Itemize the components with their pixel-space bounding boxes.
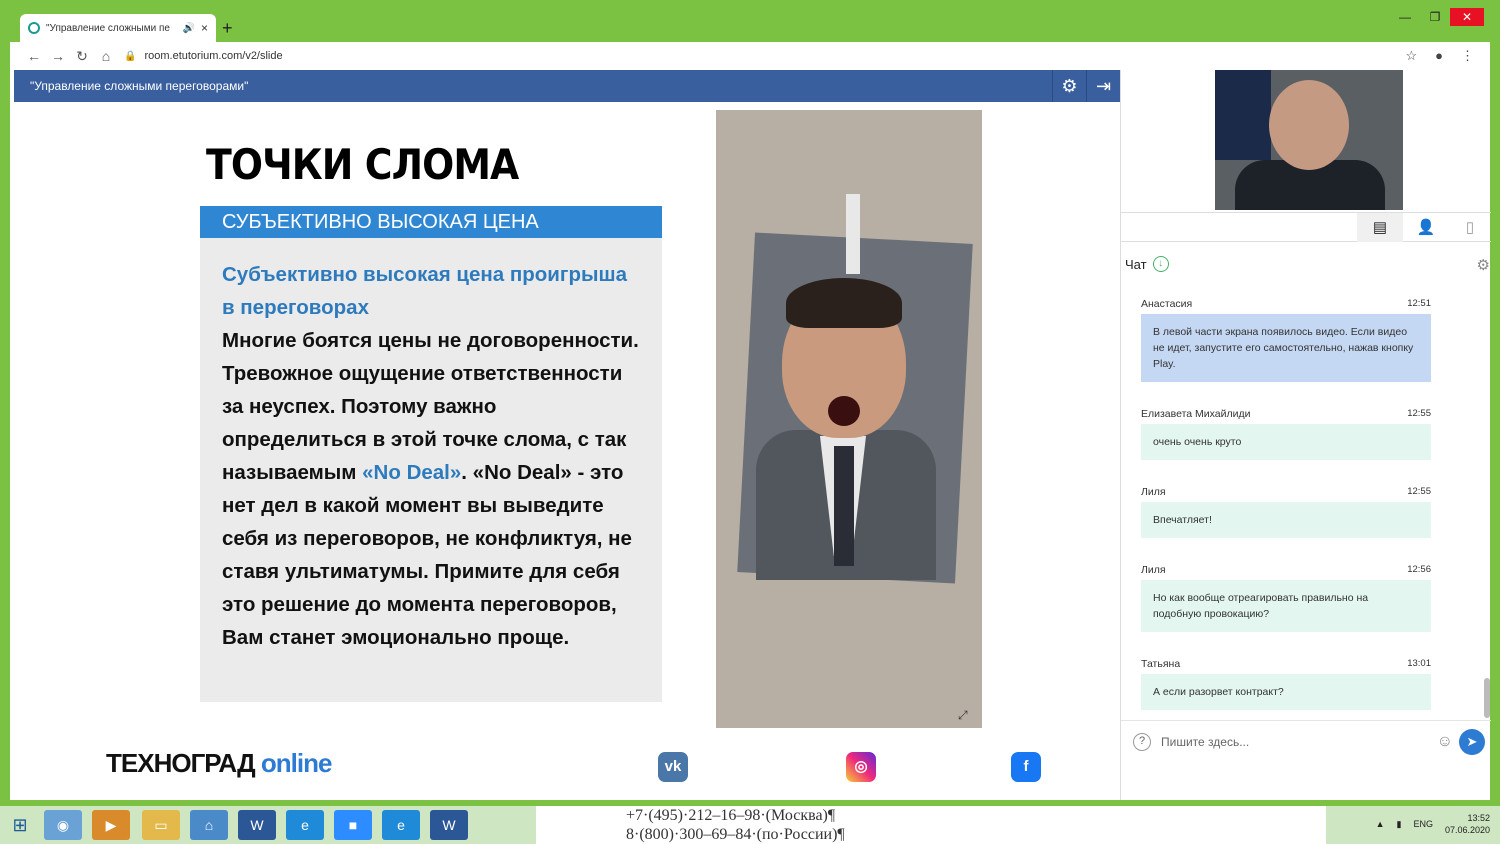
- minimize-button[interactable]: —: [1390, 8, 1420, 26]
- url-text: room.etutorium.com/v2/slide: [144, 50, 283, 62]
- section-bar: СУБЪЕКТИВНО ВЫСОКАЯ ЦЕНА: [200, 206, 662, 238]
- download-icon[interactable]: ↓: [1152, 256, 1169, 272]
- profile-icon[interactable]: ●: [1435, 48, 1443, 64]
- chrome-icon[interactable]: ◉: [44, 810, 82, 840]
- forward-button[interactable]: →: [46, 48, 70, 64]
- word-document-preview: +7·(495)·212–16–98·(Москва)¶ 8·(800)·300…: [536, 806, 1326, 844]
- zoom-icon[interactable]: ■: [334, 810, 372, 840]
- facebook-icon[interactable]: f: [1011, 752, 1041, 782]
- photo-mouth: [828, 396, 860, 426]
- chat-message: Лиля 12:55 Впечатляет!: [1141, 486, 1431, 538]
- chat-label: Чат: [1125, 256, 1147, 272]
- chat-settings-icon[interactable]: ⚙: [1477, 256, 1490, 274]
- url-input[interactable]: 🔒 room.etutorium.com/v2/slide: [124, 45, 1406, 67]
- settings-gear-icon[interactable]: ⚙: [1052, 70, 1086, 102]
- send-button[interactable]: ➤: [1459, 728, 1485, 755]
- app-header: "Управление сложными переговорами" ⚙ ⇥: [14, 70, 1120, 102]
- exit-icon[interactable]: ⇥: [1086, 70, 1120, 102]
- system-tray: ▲ ▮ ENG 13:52 07.06.2020: [1376, 812, 1490, 836]
- files-tab-icon[interactable]: ▯: [1447, 213, 1493, 242]
- right-panel: ▤ 👤 ▯ Чат ↓ ⚙ Анастасия 12:51 В левой час…: [1120, 70, 1491, 800]
- speaker-icon[interactable]: 🔊: [183, 23, 195, 34]
- browser-window: "Управление сложными пе 🔊 × + — ❐ ✕ ← → …: [0, 0, 1500, 806]
- home-button[interactable]: ⌂: [94, 48, 118, 64]
- chat-message: Лиля 12:56 Но как вообще отреагировать пр…: [1141, 564, 1431, 632]
- chat-message: Анастасия 12:51 В левой части экрана появ…: [1141, 298, 1431, 382]
- home-icon[interactable]: ⌂: [190, 810, 228, 840]
- windows-start-icon[interactable]: ⊞: [0, 806, 40, 844]
- panel-tabs: ▤ 👤 ▯: [1121, 212, 1491, 242]
- vk-icon[interactable]: vk: [658, 752, 688, 782]
- explorer-icon[interactable]: ▭: [142, 810, 180, 840]
- word-icon[interactable]: W: [238, 810, 276, 840]
- tab-strip: "Управление сложными пе 🔊 × + — ❐ ✕: [10, 8, 1490, 42]
- address-bar: ← → ↻ ⌂ 🔒 room.etutorium.com/v2/slide ☆ …: [10, 42, 1490, 70]
- chat-input[interactable]: Пишите здесь...: [1161, 735, 1437, 749]
- chat-header: Чат ↓: [1125, 256, 1169, 272]
- bookmark-star-icon[interactable]: ☆: [1405, 48, 1417, 64]
- tab-title: "Управление сложными пе: [46, 22, 170, 34]
- photo-tie: [834, 446, 854, 566]
- browser-tab[interactable]: "Управление сложными пе 🔊 ×: [20, 14, 216, 42]
- chat-input-row: ? Пишите здесь... ☺ ➤: [1121, 720, 1491, 762]
- site-favicon-icon: [28, 22, 40, 34]
- lang-indicator[interactable]: ENG: [1413, 819, 1433, 829]
- chat-message: Елизавета Михайлиди 12:55 очень очень кру…: [1141, 408, 1431, 460]
- windows-taskbar: ⊞ ◉ ▶ ▭ ⌂ W e ■ e W +7·(495)·212–16–98·(…: [0, 806, 1500, 844]
- photo-hair: [786, 278, 902, 328]
- technograd-logo: ТЕХНОГРАД online: [106, 748, 332, 778]
- help-icon[interactable]: ?: [1133, 732, 1151, 751]
- word-icon-2[interactable]: W: [430, 810, 468, 840]
- video-presenter: [1269, 80, 1349, 170]
- slide-photo: [716, 110, 982, 728]
- slide-text-box: Субъективно высокая цена проигрыша в пер…: [200, 238, 662, 702]
- back-button[interactable]: ←: [22, 48, 46, 64]
- ie-icon-2[interactable]: e: [382, 810, 420, 840]
- chat-messages: Анастасия 12:51 В левой части экрана появ…: [1121, 290, 1483, 720]
- users-tab-icon[interactable]: 👤: [1403, 213, 1449, 242]
- no-deal-highlight: «No Deal»: [362, 461, 462, 484]
- presenter-video[interactable]: [1215, 70, 1403, 210]
- instagram-icon[interactable]: ◎: [846, 752, 876, 782]
- media-icon[interactable]: ▶: [92, 810, 130, 840]
- maximize-button[interactable]: ❐: [1420, 8, 1450, 26]
- fullscreen-icon[interactable]: ⤢: [958, 708, 968, 723]
- menu-icon[interactable]: ⋮: [1461, 48, 1474, 64]
- ie-icon[interactable]: e: [286, 810, 324, 840]
- emoji-icon[interactable]: ☺: [1437, 733, 1453, 751]
- video-background: [1215, 70, 1271, 160]
- close-window-button[interactable]: ✕: [1450, 8, 1484, 26]
- presentation-slide: ТОЧКИ СЛОМА СУБЪЕКТИВНО ВЫСОКАЯ ЦЕНА Суб…: [14, 102, 1120, 800]
- clock[interactable]: 13:52 07.06.2020: [1445, 812, 1490, 836]
- photo-clip: [846, 194, 860, 274]
- reload-button[interactable]: ↻: [70, 48, 94, 65]
- chat-tab-icon[interactable]: ▤: [1357, 213, 1403, 242]
- network-icon[interactable]: ▮: [1396, 819, 1401, 830]
- webinar-title: "Управление сложными переговорами": [30, 79, 249, 93]
- new-tab-button[interactable]: +: [222, 18, 233, 39]
- slide-heading: Субъективно высокая цена проигрыша в пер…: [222, 263, 627, 319]
- chat-scrollbar[interactable]: [1484, 678, 1490, 718]
- lock-icon: 🔒: [124, 50, 137, 62]
- slide-title: ТОЧКИ СЛОМА: [206, 140, 519, 189]
- chat-message: Татьяна 13:01 А если разорвет контракт?: [1141, 658, 1431, 710]
- tray-arrow-icon[interactable]: ▲: [1376, 819, 1385, 829]
- close-tab-icon[interactable]: ×: [201, 21, 208, 35]
- slide-body-2: . «No Deal» - это нет дел в какой момент…: [222, 461, 632, 649]
